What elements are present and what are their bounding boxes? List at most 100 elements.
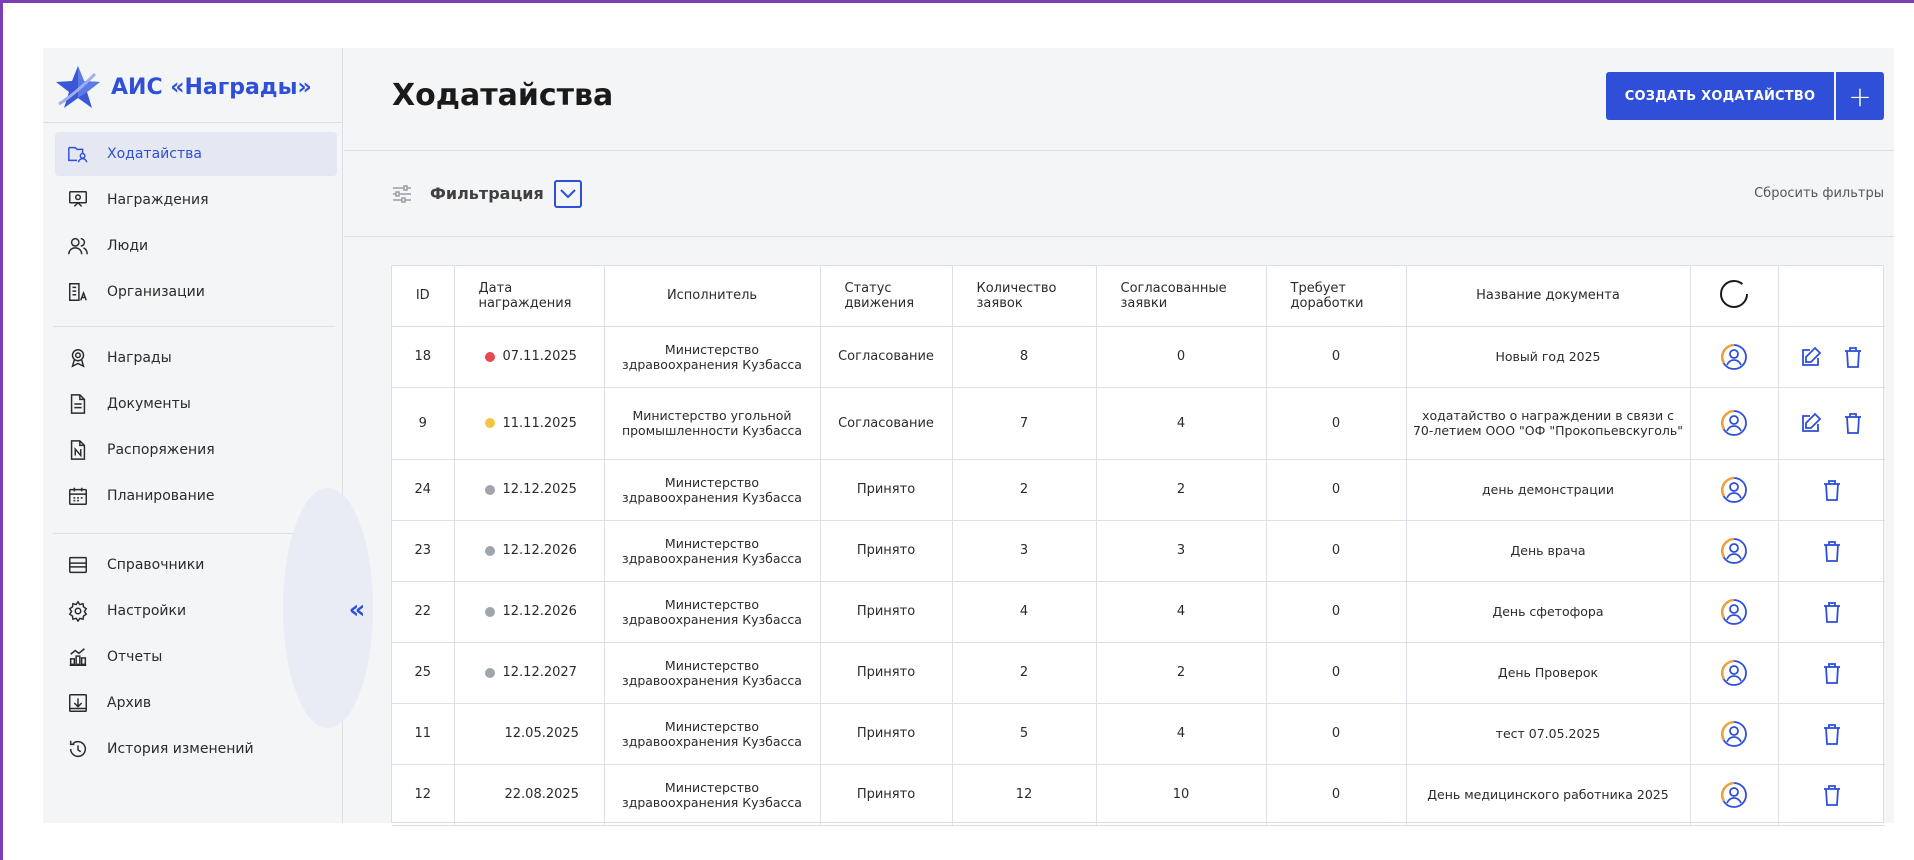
cell-doc: тест 07.05.2025 (1406, 703, 1691, 765)
sidebar-item-label: Ходатайства (107, 146, 202, 162)
sidebar-item-label: Награждения (107, 192, 209, 208)
user-avatar-icon[interactable] (1720, 343, 1748, 371)
user-avatar-icon[interactable] (1720, 781, 1748, 809)
status-dot (484, 351, 495, 362)
cell-id: 11 (392, 703, 455, 765)
sidebar-item-organizations[interactable]: Организации (55, 270, 337, 314)
sidebar-item-history[interactable]: История изменений (55, 727, 337, 771)
cell-count: 4 (952, 581, 1097, 643)
delete-button[interactable] (1819, 721, 1845, 747)
col-header-count[interactable]: Количество заявок (952, 266, 1097, 327)
table-row[interactable]: 23 12.12.2026 Министерство здравоохранен… (392, 520, 1885, 582)
cell-executor: Министерство здравоохранения Кузбасса (604, 520, 821, 582)
delete-button[interactable] (1840, 410, 1866, 436)
cell-avatar (1690, 703, 1779, 765)
cell-rework: 0 (1266, 642, 1407, 704)
edit-button[interactable] (1798, 410, 1824, 436)
gear-icon (68, 600, 88, 622)
divider (344, 236, 1894, 237)
cell-id: 25 (392, 642, 455, 704)
sidebar-item-petitions[interactable]: Ходатайства (55, 132, 337, 176)
petitions-table: ID Дата награждения Исполнитель Статус д… (391, 265, 1885, 826)
col-header-doc[interactable]: Название документа (1406, 266, 1691, 327)
table-row[interactable]: 12 22.08.2025 Министерство здравоохранен… (392, 764, 1885, 826)
cell-avatar (1690, 459, 1779, 521)
sidebar-item-planning[interactable]: Планирование (55, 474, 337, 518)
app: АИС «Награды» Ходатайства Награждения Лю… (43, 48, 1894, 826)
delete-button[interactable] (1819, 599, 1845, 625)
cell-doc: День медицинского работника 2025 (1406, 764, 1691, 826)
sidebar-item-awards[interactable]: Награды (55, 336, 337, 380)
user-avatar-icon[interactable] (1720, 409, 1748, 437)
col-header-status[interactable]: Статус движения (820, 266, 953, 327)
cell-doc: день демонстрации (1406, 459, 1691, 521)
delete-button[interactable] (1819, 538, 1845, 564)
trash-icon (1823, 723, 1840, 745)
table-row[interactable]: 25 12.12.2027 Министерство здравоохранен… (392, 642, 1885, 704)
add-button[interactable]: + (1836, 72, 1884, 120)
user-avatar-icon[interactable] (1720, 476, 1748, 504)
page-title: Ходатайства (392, 78, 614, 113)
presentation-icon (69, 191, 87, 207)
cell-date: 12.12.2026 (454, 581, 605, 643)
date-text: 11.11.2025 (502, 415, 577, 431)
sidebar-item-awardings[interactable]: Награждения (55, 178, 337, 222)
cell-actions (1778, 703, 1885, 765)
delete-button[interactable] (1840, 344, 1866, 370)
delete-button[interactable] (1819, 782, 1845, 808)
cell-status: Принято (820, 703, 953, 765)
cell-doc: День Проверок (1406, 642, 1691, 704)
create-petition-group: СОЗДАТЬ ХОДАТАЙСТВО + (1606, 72, 1884, 120)
sidebar-item-label: Справочники (107, 557, 205, 573)
edit-button[interactable] (1798, 344, 1824, 370)
history-icon (69, 740, 87, 758)
table-row[interactable]: 22 12.12.2026 Министерство здравоохранен… (392, 581, 1885, 643)
delete-button[interactable] (1819, 660, 1845, 686)
sidebar-item-documents[interactable]: Документы (55, 382, 337, 426)
col-header-date[interactable]: Дата награждения (454, 266, 605, 327)
medal-icon (71, 349, 85, 368)
cell-actions (1778, 642, 1885, 704)
create-petition-button[interactable]: СОЗДАТЬ ХОДАТАЙСТВО (1606, 72, 1834, 120)
chevron-down-icon (560, 189, 576, 199)
table-row[interactable]: 24 12.12.2025 Министерство здравоохранен… (392, 459, 1885, 521)
table-row[interactable]: 11 12.05.2025 Министерство здравоохранен… (392, 703, 1885, 765)
cell-rework: 0 (1266, 387, 1407, 460)
date-text: 12.12.2025 (502, 482, 577, 497)
cell-rework: 0 (1266, 520, 1407, 582)
cell-agreed: 3 (1096, 520, 1267, 582)
cell-doc: ходатайство о награждении в связи с 70-л… (1406, 387, 1691, 460)
col-header-id[interactable]: ID (392, 266, 455, 327)
cell-status: Согласование (820, 326, 953, 388)
reset-filters-link[interactable]: Сбросить фильтры (1754, 186, 1884, 201)
user-avatar-icon[interactable] (1720, 598, 1748, 626)
cell-status: Принято (820, 764, 953, 826)
trash-icon (1823, 662, 1840, 684)
filter-expand-toggle[interactable] (554, 180, 582, 208)
sidebar-item-orders[interactable]: Распоряжения (55, 428, 337, 472)
user-avatar-icon[interactable] (1720, 720, 1748, 748)
sidebar-item-people[interactable]: Люди (55, 224, 337, 268)
cell-actions (1778, 520, 1885, 582)
col-header-agreed[interactable]: Согласованные заявки (1096, 266, 1267, 327)
user-avatar-icon[interactable] (1720, 537, 1748, 565)
cell-agreed: 2 (1096, 459, 1267, 521)
logo[interactable]: АИС «Награды» (55, 62, 312, 112)
delete-button[interactable] (1819, 477, 1845, 503)
table-row[interactable]: 18 07.11.2025 Министерство здравоохранен… (392, 326, 1885, 388)
cell-rework: 0 (1266, 581, 1407, 643)
table-row[interactable]: 9 11.11.2025 Министерство угольной промы… (392, 387, 1885, 460)
sidebar-item-label: Отчеты (107, 649, 163, 665)
cell-doc: День врача (1406, 520, 1691, 582)
user-avatar-icon[interactable] (1720, 659, 1748, 687)
cell-rework: 0 (1266, 459, 1407, 521)
col-header-executor[interactable]: Исполнитель (604, 266, 821, 327)
sliders-icon[interactable] (390, 182, 414, 206)
date-text: 12.05.2025 (504, 726, 579, 741)
col-header-rework[interactable]: Требует доработки (1266, 266, 1407, 327)
cell-date: 07.11.2025 (454, 326, 605, 388)
col-header-loader (1690, 266, 1779, 327)
cell-agreed: 4 (1096, 703, 1267, 765)
trash-icon (1844, 346, 1861, 368)
sidebar-item-label: Документы (107, 396, 191, 412)
